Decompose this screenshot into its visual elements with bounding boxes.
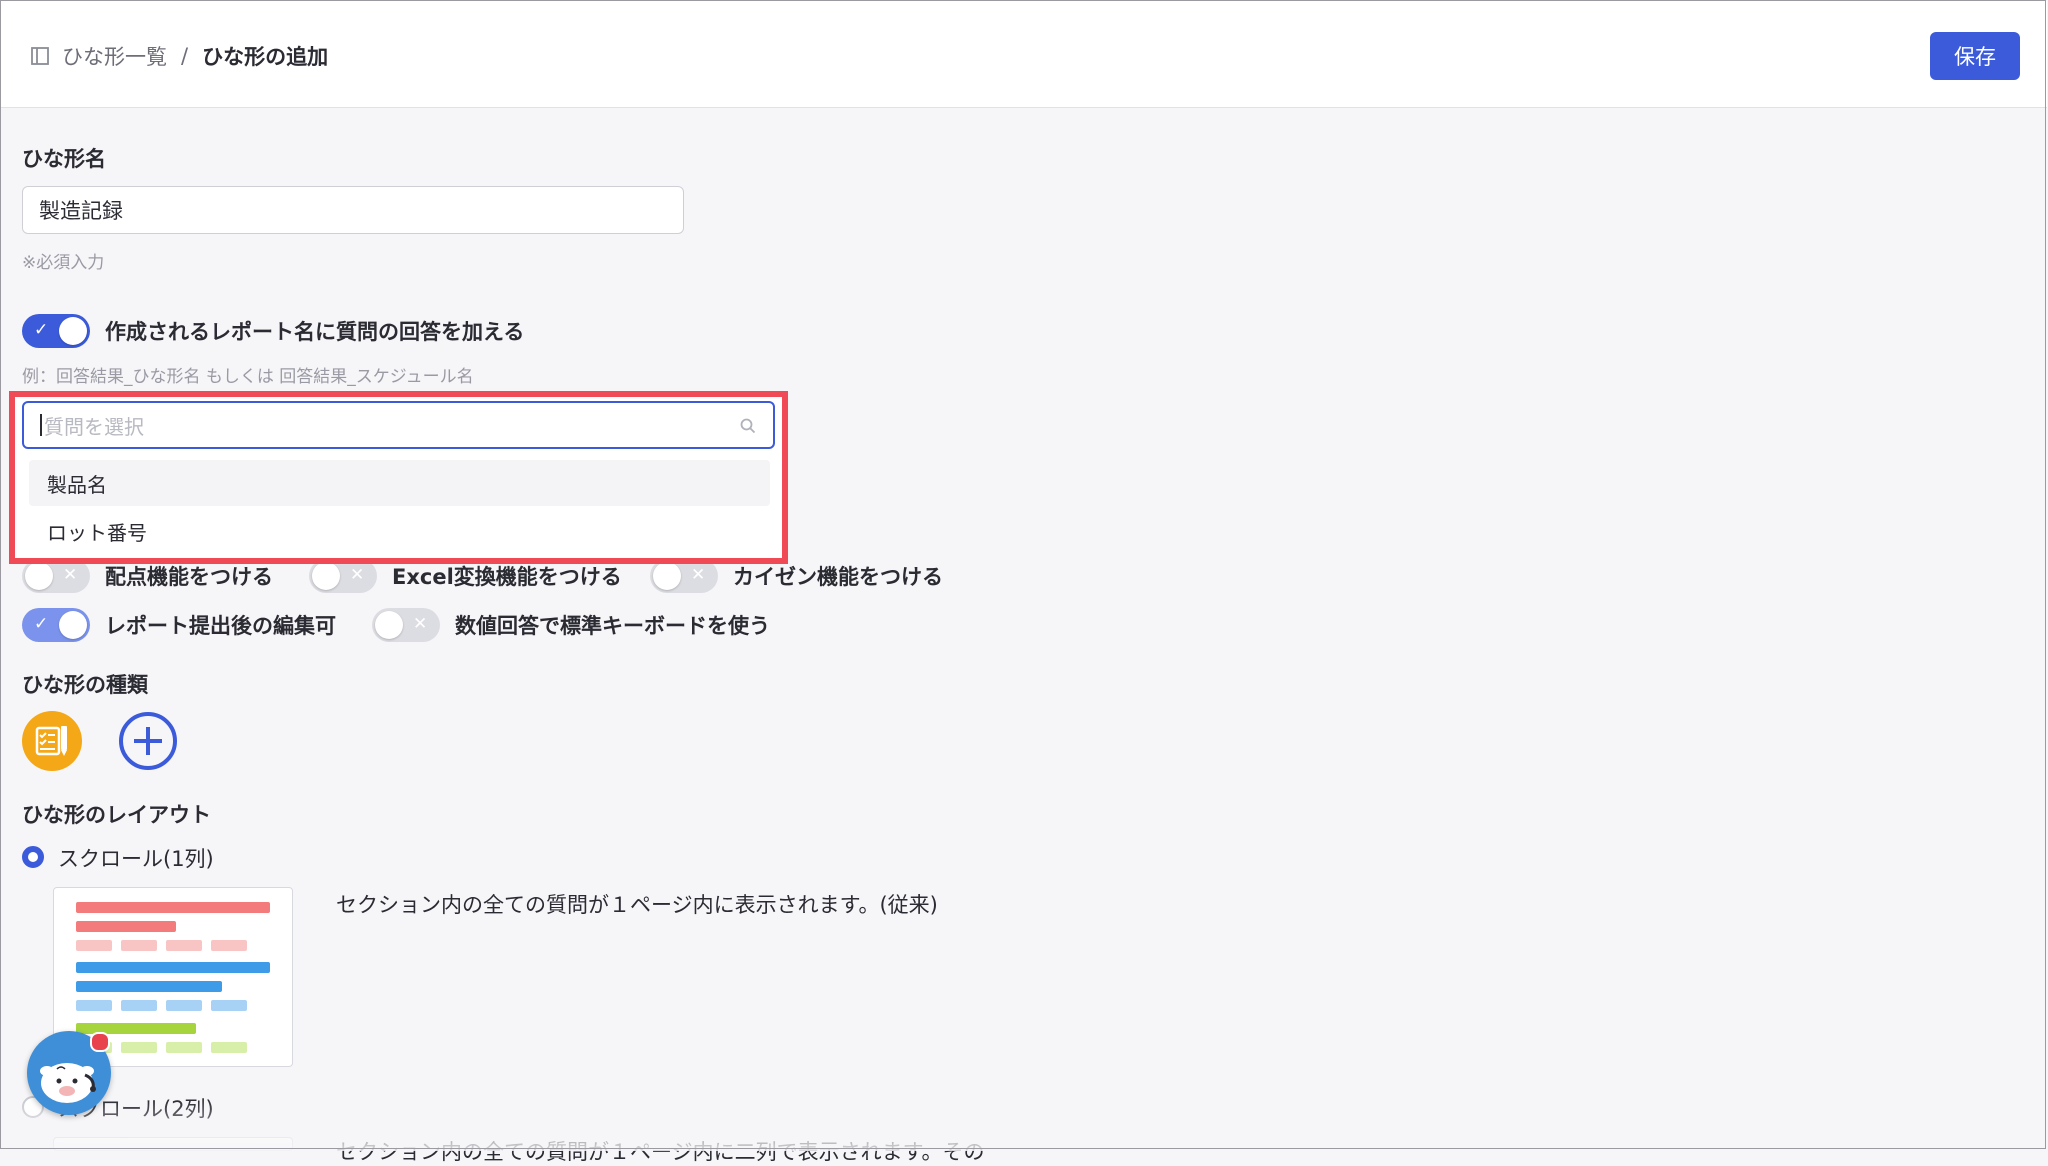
breadcrumb-separator: /	[181, 44, 189, 68]
report-name-toggle[interactable]: ✓	[22, 314, 90, 348]
scoring-toggle-label: 配点機能をつける	[105, 565, 273, 589]
check-icon: ✓	[34, 320, 49, 340]
breadcrumb: ひな形一覧 / ひな形の追加	[30, 38, 328, 74]
layout-label: ひな形のレイアウト	[22, 803, 211, 827]
window-border	[0, 0, 2046, 1149]
template-list-icon	[30, 46, 50, 66]
highlight-box	[9, 391, 788, 564]
kaizen-toggle[interactable]: ✕	[650, 559, 718, 593]
check-icon: ✓	[34, 614, 49, 634]
x-icon: ✕	[350, 565, 365, 585]
edit-after-submit-label: レポート提出後の編集可	[105, 614, 336, 638]
edit-after-submit-toggle[interactable]: ✓	[22, 608, 90, 642]
report-name-example: 例：回答結果_ひな形名 もしくは 回答結果_スケジュール名	[22, 367, 474, 387]
header: ひな形一覧 / ひな形の追加 保存	[1, 1, 2047, 108]
template-name-value: 製造記録	[39, 199, 123, 223]
standard-keyboard-toggle[interactable]: ✕	[372, 608, 440, 642]
template-name-input[interactable]: 製造記録	[22, 186, 684, 234]
report-name-toggle-label: 作成されるレポート名に質問の回答を加える	[105, 320, 525, 344]
template-type-label: ひな形の種類	[22, 673, 148, 697]
page-title: ひな形の追加	[202, 45, 329, 69]
standard-keyboard-label: 数値回答で標準キーボードを使う	[455, 614, 770, 638]
layout-option-label: スクロール(1列)	[58, 847, 214, 871]
notification-badge	[90, 1032, 110, 1052]
excel-toggle[interactable]: ✕	[309, 559, 377, 593]
save-button[interactable]: 保存	[1930, 32, 2020, 80]
bottom-fade	[0, 1100, 2048, 1151]
x-icon: ✕	[413, 614, 428, 634]
plus-circle-icon[interactable]	[118, 711, 178, 771]
kaizen-toggle-label: カイゼン機能をつける	[733, 565, 943, 589]
checklist-icon[interactable]	[22, 711, 82, 771]
x-icon: ✕	[63, 565, 78, 585]
template-name-label: ひな形名	[22, 147, 106, 171]
layout-radio-scroll-1[interactable]	[22, 846, 44, 868]
breadcrumb-parent-link[interactable]: ひな形一覧	[62, 41, 167, 71]
scoring-toggle[interactable]: ✕	[22, 559, 90, 593]
excel-toggle-label: Excel変換機能をつける	[392, 565, 622, 589]
x-icon: ✕	[691, 565, 706, 585]
required-note: ※必須入力	[22, 253, 105, 273]
layout-description: セクション内の全ての質問が１ページ内に表示されます。(従来)	[336, 893, 938, 917]
